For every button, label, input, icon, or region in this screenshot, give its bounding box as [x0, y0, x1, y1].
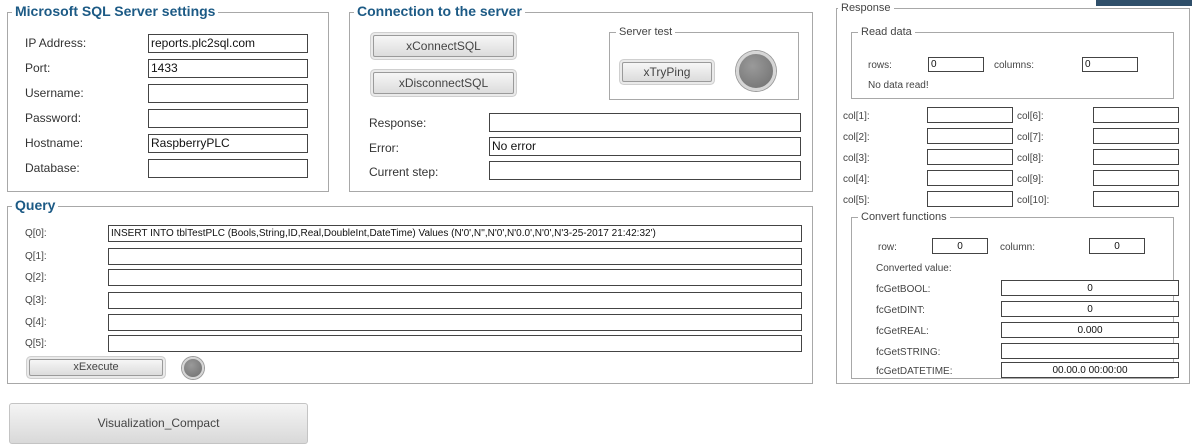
col-label-3: col[3]:: [843, 153, 870, 164]
col-field-6: [1093, 107, 1179, 123]
convert-row-label: row:: [878, 242, 897, 253]
convert-column-label: column:: [1000, 242, 1036, 253]
fc-get-datetime-field: 00.00.0 00:00:00: [1001, 362, 1179, 378]
current-step-label: Current step:: [369, 165, 439, 179]
query-field-5[interactable]: [108, 335, 802, 352]
query-label-3: Q[3]:: [25, 295, 47, 306]
sql-settings-title: Microsoft SQL Server settings: [12, 3, 219, 19]
database-field[interactable]: [148, 159, 308, 178]
fc-get-dint-field: 0: [1001, 301, 1179, 317]
fc-get-string-label: fcGetSTRING:: [876, 347, 941, 358]
col-label-9: col[9]:: [1017, 174, 1044, 185]
hostname-field[interactable]: RaspberryPLC: [148, 134, 308, 153]
query-panel: Query Q[0]: INSERT INTO tblTestPLC (Bool…: [7, 197, 813, 384]
connection-title: Connection to the server: [354, 3, 525, 19]
col-label-4: col[4]:: [843, 174, 870, 185]
execute-button[interactable]: xExecute: [29, 359, 163, 376]
query-field-3[interactable]: [108, 292, 802, 309]
col-field-4: [927, 170, 1013, 186]
query-field-2[interactable]: [108, 269, 802, 286]
rows-label: rows:: [868, 60, 892, 71]
col-label-10: col[10]:: [1017, 195, 1050, 206]
columns-field: 0: [1082, 57, 1138, 72]
read-status-text: No data read!: [868, 80, 929, 91]
response-label: Response:: [369, 116, 427, 130]
fc-get-datetime-label: fcGetDATETIME:: [876, 366, 953, 377]
ping-status-lamp: [736, 51, 776, 91]
password-field[interactable]: [148, 109, 308, 128]
converted-value-label: Converted value:: [876, 263, 952, 274]
col-field-5: [927, 191, 1013, 207]
fc-get-bool-label: fcGetBOOL:: [876, 284, 931, 295]
ip-address-label: IP Address:: [25, 36, 87, 50]
col-label-6: col[6]:: [1017, 111, 1044, 122]
convert-column-field[interactable]: 0: [1089, 238, 1145, 254]
col-field-10: [1093, 191, 1179, 207]
execute-status-lamp: [182, 357, 204, 379]
username-label: Username:: [25, 86, 84, 100]
fc-get-real-label: fcGetREAL:: [876, 326, 929, 337]
query-field-4[interactable]: [108, 314, 802, 331]
col-label-7: col[7]:: [1017, 132, 1044, 143]
query-label-5: Q[5]:: [25, 338, 47, 349]
response-title: Response: [838, 2, 894, 14]
disconnect-button[interactable]: xDisconnectSQL: [373, 72, 514, 94]
current-step-field: [489, 161, 801, 180]
fc-get-string-field: [1001, 343, 1179, 359]
read-data-panel: Read data rows: 0 columns: 0 No data rea…: [851, 26, 1174, 99]
fc-get-dint-label: fcGetDINT:: [876, 305, 925, 316]
query-label-2: Q[2]:: [25, 272, 47, 283]
header-corner: [1096, 0, 1192, 6]
try-ping-button[interactable]: xTryPing: [622, 62, 712, 82]
col-field-9: [1093, 170, 1179, 186]
col-label-8: col[8]:: [1017, 153, 1044, 164]
visualization-compact-label: Visualization_Compact: [97, 416, 220, 430]
visualization-compact-button[interactable]: Visualization_Compact: [9, 403, 308, 444]
connection-panel: Connection to the server xConnectSQL xDi…: [349, 3, 813, 192]
server-test-title: Server test: [616, 26, 676, 38]
col-field-3: [927, 149, 1013, 165]
ip-address-field[interactable]: reports.plc2sql.com: [148, 34, 308, 53]
convert-functions-title: Convert functions: [858, 211, 950, 223]
query-label-1: Q[1]:: [25, 251, 47, 262]
hostname-label: Hostname:: [25, 136, 84, 150]
port-label: Port:: [25, 61, 51, 75]
query-title: Query: [12, 197, 59, 213]
connect-button[interactable]: xConnectSQL: [373, 35, 514, 57]
col-label-1: col[1]:: [843, 111, 870, 122]
port-field[interactable]: 1433: [148, 59, 308, 78]
password-label: Password:: [25, 111, 82, 125]
rows-field: 0: [928, 57, 984, 72]
col-label-2: col[2]:: [843, 132, 870, 143]
server-test-panel: Server test xTryPing: [609, 26, 799, 100]
query-field-0[interactable]: INSERT INTO tblTestPLC (Bools,String,ID,…: [108, 225, 802, 242]
col-field-2: [927, 128, 1013, 144]
fc-get-real-field: 0.000: [1001, 322, 1179, 338]
error-field: No error: [489, 137, 801, 156]
convert-functions-panel: Convert functions row: 0 column: 0 Conve…: [851, 211, 1179, 379]
error-label: Error:: [369, 141, 399, 155]
query-label-4: Q[4]:: [25, 317, 47, 328]
query-field-1[interactable]: [108, 248, 802, 265]
response-panel: Response Read data rows: 0 columns: 0 No…: [836, 2, 1190, 384]
database-label: Database:: [25, 161, 80, 175]
query-label-0: Q[0]:: [25, 228, 47, 239]
username-field[interactable]: [148, 84, 308, 103]
col-field-1: [927, 107, 1013, 123]
columns-label: columns:: [994, 60, 1035, 71]
col-field-7: [1093, 128, 1179, 144]
fc-get-bool-field: 0: [1001, 280, 1179, 296]
response-field: [489, 113, 801, 132]
convert-row-field[interactable]: 0: [932, 238, 988, 254]
col-label-5: col[5]:: [843, 195, 870, 206]
read-data-title: Read data: [858, 26, 915, 38]
sql-settings-panel: Microsoft SQL Server settings IP Address…: [7, 3, 329, 192]
col-field-8: [1093, 149, 1179, 165]
